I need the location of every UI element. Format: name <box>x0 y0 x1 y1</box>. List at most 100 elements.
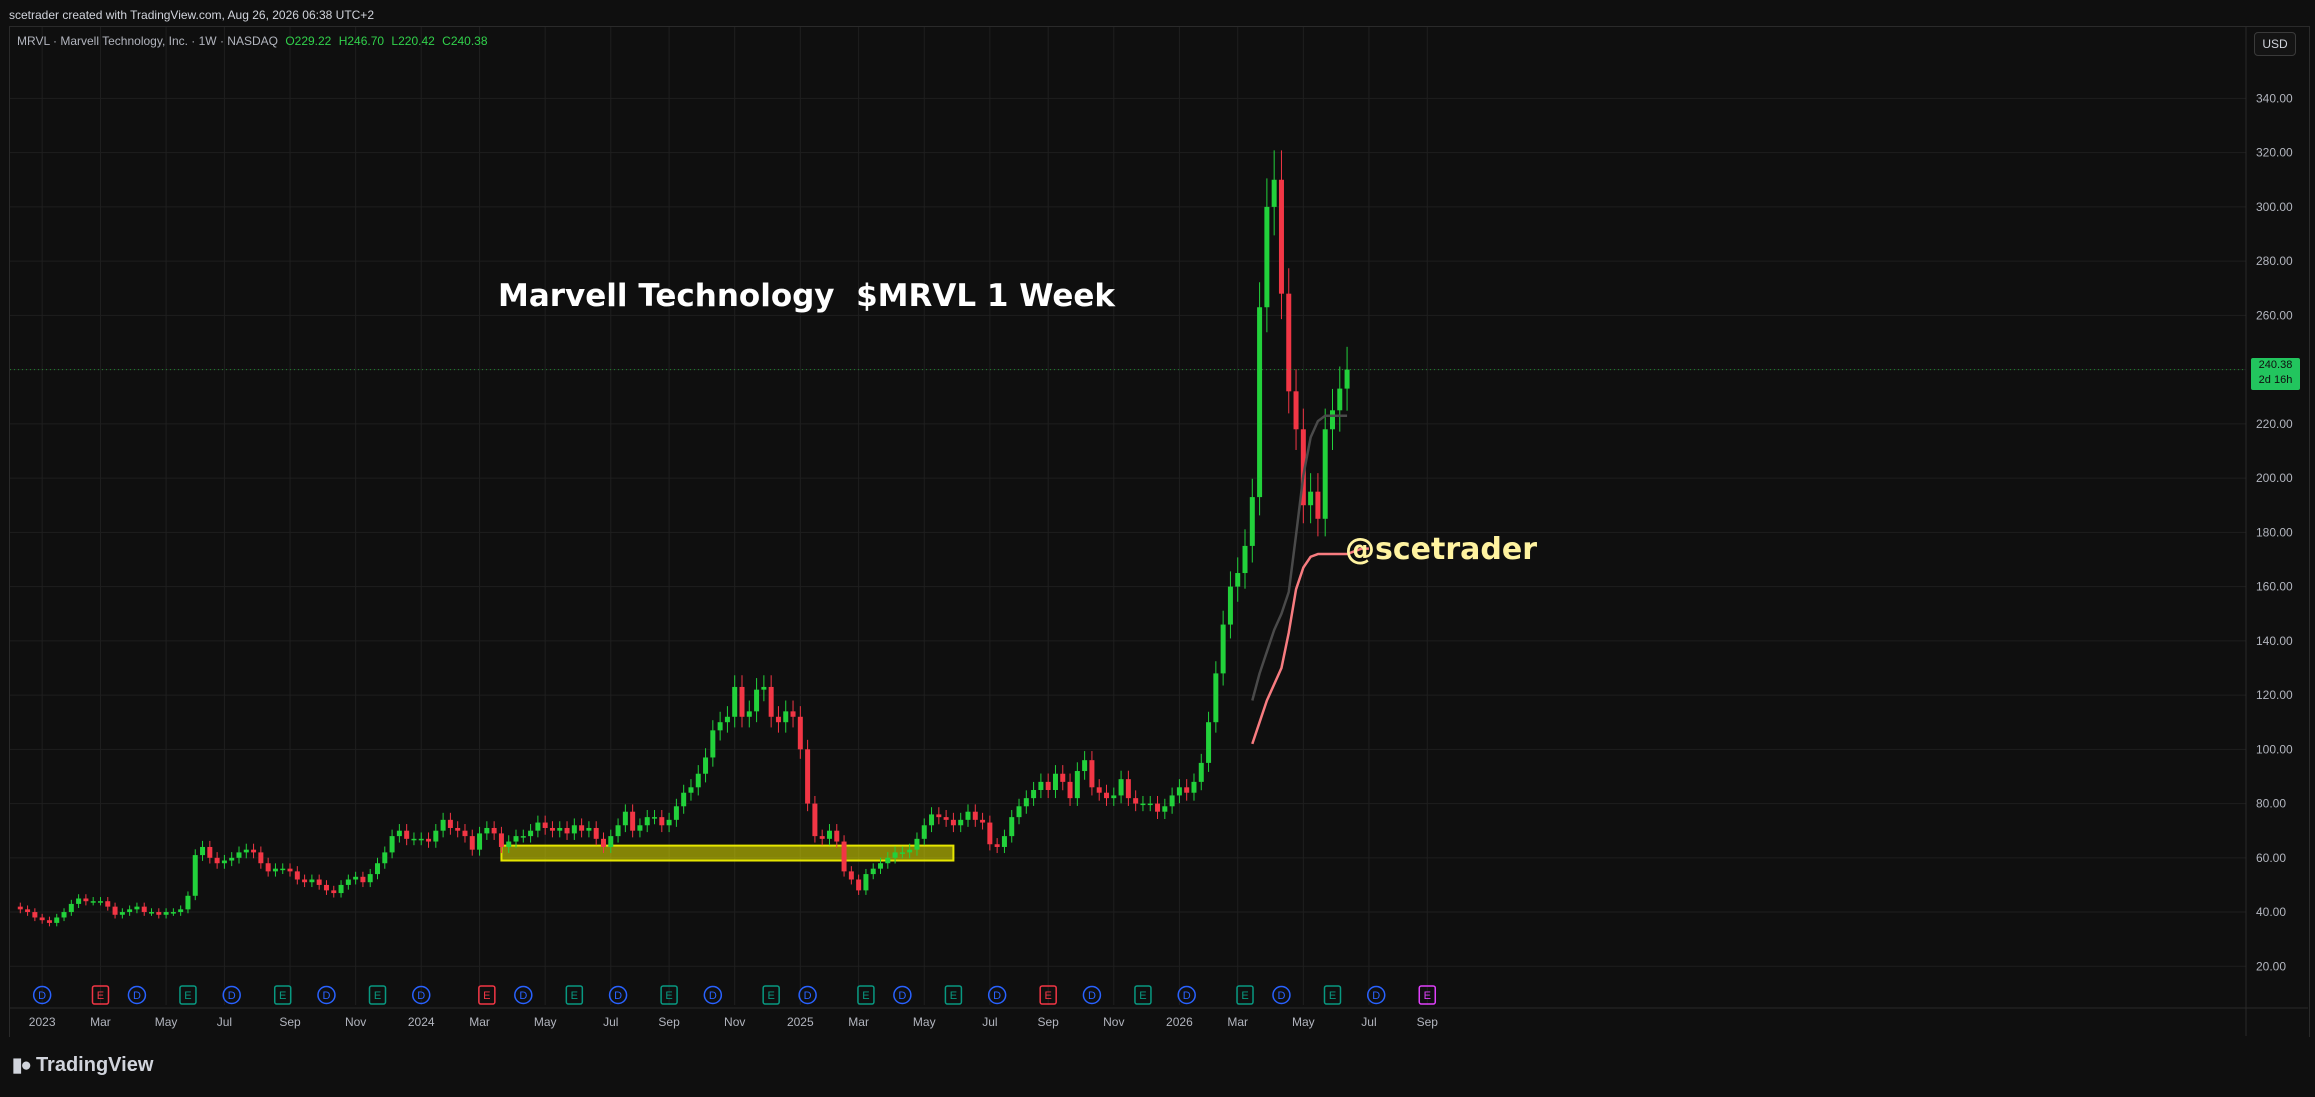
candle-up[interactable] <box>1016 806 1022 818</box>
candle-down[interactable] <box>251 849 257 853</box>
candle-down[interactable] <box>17 906 23 910</box>
candle-up[interactable] <box>1162 806 1168 812</box>
candle-up[interactable] <box>236 852 242 858</box>
candle-up[interactable] <box>200 846 206 856</box>
candle-down[interactable] <box>447 819 453 828</box>
candle-down[interactable] <box>360 876 366 883</box>
candle-down[interactable] <box>987 822 993 845</box>
candle-down[interactable] <box>46 920 52 923</box>
candle-up[interactable] <box>929 814 935 826</box>
candle-down[interactable] <box>1293 391 1299 430</box>
candle-down[interactable] <box>950 819 956 826</box>
candle-up[interactable] <box>608 836 614 847</box>
candle-up[interactable] <box>192 855 198 896</box>
candle-up[interactable] <box>703 757 709 774</box>
candle-down[interactable] <box>455 827 461 831</box>
candle-down[interactable] <box>39 917 45 921</box>
candle-up[interactable] <box>652 817 658 819</box>
candle-down[interactable] <box>768 686 774 717</box>
candle-down[interactable] <box>775 716 781 723</box>
candle-up[interactable] <box>695 773 701 788</box>
candle-up[interactable] <box>127 909 133 913</box>
candle-up[interactable] <box>746 711 752 717</box>
candle-up[interactable] <box>1206 722 1212 763</box>
candle-down[interactable] <box>1155 803 1161 812</box>
candle-up[interactable] <box>134 906 140 910</box>
candle-up[interactable] <box>338 884 344 894</box>
candle-up[interactable] <box>761 686 767 690</box>
candle-down[interactable] <box>207 846 213 858</box>
candle-down[interactable] <box>1278 179 1284 294</box>
candle-down[interactable] <box>323 884 329 891</box>
candle-down[interactable] <box>936 814 942 818</box>
candle-down[interactable] <box>739 686 745 717</box>
candle-up[interactable] <box>1264 206 1270 308</box>
candle-up[interactable] <box>1009 817 1015 837</box>
candle-down[interactable] <box>498 833 504 847</box>
candle-up[interactable] <box>688 787 694 793</box>
candle-up[interactable] <box>149 912 155 914</box>
candle-down[interactable] <box>1286 293 1292 392</box>
candle-up[interactable] <box>914 838 920 850</box>
candle-up[interactable] <box>1329 410 1335 430</box>
candle-down[interactable] <box>856 879 862 891</box>
candle-up[interactable] <box>178 909 184 913</box>
candle-up[interactable] <box>644 817 650 826</box>
candle-down[interactable] <box>1184 787 1190 793</box>
candle-down[interactable] <box>600 838 606 847</box>
candle-down[interactable] <box>972 811 978 820</box>
candle-up[interactable] <box>68 903 74 913</box>
candle-down[interactable] <box>819 836 825 839</box>
candle-up[interactable] <box>666 819 672 826</box>
candle-up[interactable] <box>622 811 628 826</box>
candle-down[interactable] <box>404 830 410 839</box>
candle-down[interactable] <box>316 879 322 885</box>
candle-up[interactable] <box>958 819 964 826</box>
candle-down[interactable] <box>83 898 89 902</box>
candle-up[interactable] <box>280 868 286 871</box>
candle-up[interactable] <box>1082 760 1088 772</box>
candle-up[interactable] <box>1111 795 1117 799</box>
candle-up[interactable] <box>170 912 176 914</box>
candle-up[interactable] <box>1242 545 1248 574</box>
candle-up[interactable] <box>1147 803 1153 806</box>
candle-down[interactable] <box>1060 773 1066 782</box>
candle-up[interactable] <box>586 827 592 831</box>
candle-down[interactable] <box>469 836 475 850</box>
candle-down[interactable] <box>1104 792 1109 799</box>
candle-up[interactable] <box>1038 781 1044 791</box>
candle-up[interactable] <box>396 830 402 837</box>
candle-up[interactable] <box>615 825 621 837</box>
candle-up[interactable] <box>892 852 898 858</box>
candle-down[interactable] <box>32 912 38 918</box>
candlestick-chart[interactable]: 340.00320.00300.00280.00260.00240.00220.… <box>0 0 2315 1037</box>
candle-up[interactable] <box>1322 429 1328 519</box>
candle-up[interactable] <box>185 895 191 910</box>
candle-up[interactable] <box>907 849 913 853</box>
candle-down[interactable] <box>1096 787 1102 793</box>
candle-down[interactable] <box>841 841 847 872</box>
candle-up[interactable] <box>870 868 876 875</box>
candle-up[interactable] <box>513 836 519 842</box>
candle-up[interactable] <box>440 819 446 831</box>
moving-average-fast[interactable] <box>1251 414 1348 701</box>
candle-up[interactable] <box>221 860 227 864</box>
candle-down[interactable] <box>848 871 854 880</box>
candle-down[interactable] <box>1125 779 1131 799</box>
candle-down[interactable] <box>812 803 818 837</box>
candle-up[interactable] <box>243 849 249 853</box>
candle-up[interactable] <box>528 830 534 837</box>
candle-up[interactable] <box>1074 771 1080 799</box>
candle-up[interactable] <box>724 716 730 723</box>
candle-down[interactable] <box>790 711 796 717</box>
candle-up[interactable] <box>1052 773 1058 791</box>
candle-up[interactable] <box>732 686 738 717</box>
candle-down[interactable] <box>1315 491 1321 519</box>
candle-up[interactable] <box>389 836 395 853</box>
candle-down[interactable] <box>331 890 337 894</box>
candle-down[interactable] <box>258 852 264 864</box>
candle-up[interactable] <box>637 825 643 831</box>
candle-down[interactable] <box>141 906 147 913</box>
candle-down[interactable] <box>943 817 949 820</box>
candle-down[interactable] <box>542 822 548 828</box>
